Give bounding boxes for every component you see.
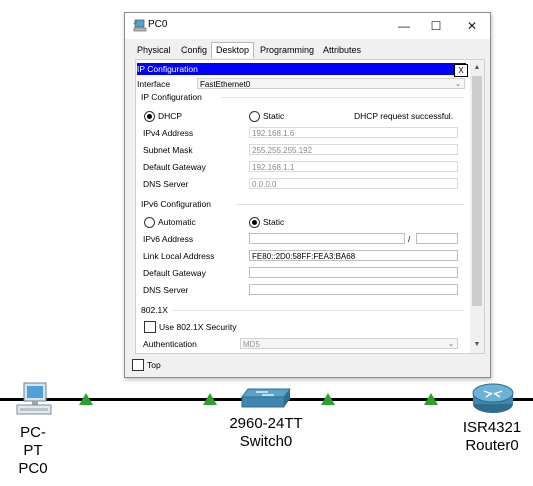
link-status-up-icon <box>79 393 93 405</box>
ip-config-close-button[interactable]: X <box>454 64 468 77</box>
router-device[interactable] <box>470 382 516 416</box>
scroll-up-icon[interactable]: ▲ <box>472 62 482 74</box>
default-gateway-label: Default Gateway <box>143 162 206 172</box>
section-divider <box>221 97 464 98</box>
router-icon <box>472 383 514 413</box>
ipv6-address-field[interactable] <box>249 233 405 244</box>
authentication-label: Authentication <box>143 339 197 349</box>
device-label-router: ISR4321 Router0 <box>456 419 528 455</box>
maximize-button[interactable]: ☐ <box>421 16 451 36</box>
device-name: Switch0 <box>239 433 293 450</box>
device-model: ISR4321 <box>462 419 522 436</box>
device-name: Router0 <box>465 437 519 454</box>
ipv6-static-label: Static <box>263 217 285 227</box>
dns-server-label: DNS Server <box>143 179 189 189</box>
default-gateway-field[interactable]: 192.168.1.1 <box>249 161 458 172</box>
ipv6-gateway-field[interactable] <box>249 267 458 278</box>
ipv6-dns-field[interactable] <box>249 284 458 295</box>
desktop-panel: IP Configuration X Interface FastEtherne… <box>135 59 485 354</box>
ip-configuration-header: IP Configuration <box>137 63 466 75</box>
use-8021x-label: Use 802.1X Security <box>159 322 237 332</box>
link-local-field[interactable]: FE80::2D0:58FF:FEA3:BA68 <box>249 250 458 261</box>
window-titlebar[interactable]: PC0 — ☐ ✕ <box>125 13 490 39</box>
subnet-mask-field[interactable]: 255.255.255.192 <box>249 144 458 155</box>
close-button[interactable]: ✕ <box>457 16 487 36</box>
use-8021x-checkbox[interactable] <box>144 321 156 333</box>
link-status-up-icon <box>321 393 335 405</box>
vertical-scrollbar[interactable]: ▲ ▼ <box>470 60 484 353</box>
ipv6-dns-label: DNS Server <box>143 285 189 295</box>
dot1x-section-title: 802.1X <box>141 305 168 315</box>
top-checkbox-label: Top <box>147 360 161 370</box>
ipv6-section-title: IPv6 Configuration <box>141 199 211 209</box>
interface-label: Interface <box>137 79 171 89</box>
dns-server-field[interactable]: 0.0.0.0 <box>249 178 458 189</box>
chevron-down-icon: ⌄ <box>448 341 454 348</box>
ipv6-static-radio[interactable] <box>249 217 260 228</box>
tab-physical[interactable]: Physical <box>133 43 175 57</box>
ipv6-address-label: IPv6 Address <box>143 234 194 244</box>
ipv6-automatic-radio[interactable] <box>144 217 155 228</box>
chevron-down-icon: ⌄ <box>455 81 461 88</box>
pc-icon <box>16 382 52 415</box>
device-model: 2960-24TT <box>229 415 303 432</box>
ip-configuration-title: IP Configuration <box>137 64 198 74</box>
tab-desktop[interactable]: Desktop <box>211 42 255 58</box>
authentication-select[interactable]: MD5 ⌄ <box>240 338 458 349</box>
link-local-label: Link Local Address <box>143 251 215 261</box>
authentication-value: MD5 <box>243 340 260 349</box>
section-divider <box>172 310 464 311</box>
tab-attributes[interactable]: Attributes <box>319 43 365 57</box>
minimize-button[interactable]: — <box>389 16 419 36</box>
section-divider <box>236 204 464 205</box>
device-label-switch: 2960-24TT Switch0 <box>224 415 308 451</box>
ipv6-prefix-field[interactable] <box>416 233 458 244</box>
link-status-up-icon <box>424 393 438 405</box>
link-status-up-icon <box>203 393 217 405</box>
ipv6-gateway-label: Default Gateway <box>143 268 206 278</box>
device-model: PC-PT <box>20 424 46 459</box>
ipv6-automatic-label: Automatic <box>158 217 196 227</box>
interface-value: FastEthernet0 <box>200 80 251 89</box>
prefix-separator: / <box>408 234 411 244</box>
switch-device[interactable] <box>238 386 294 410</box>
pc-device[interactable] <box>14 382 54 418</box>
ipv4-address-label: IPv4 Address <box>143 128 194 138</box>
static-radio[interactable] <box>249 111 260 122</box>
dhcp-radio[interactable] <box>144 111 155 122</box>
dhcp-status-text: DHCP request successful. <box>354 111 454 121</box>
window-title: PC0 <box>148 19 168 30</box>
scrollbar-thumb[interactable] <box>472 76 482 306</box>
pc0-window: PC0 — ☐ ✕ Physical Config Desktop Progra… <box>124 12 491 378</box>
dhcp-label: DHCP <box>158 111 183 121</box>
ipv4-address-field[interactable]: 192.168.1.6 <box>249 127 458 138</box>
tab-config[interactable]: Config <box>177 43 211 57</box>
tab-programming[interactable]: Programming <box>256 43 318 57</box>
device-name: PC0 <box>18 460 48 477</box>
ipv4-section-title: IP Configuration <box>141 92 202 102</box>
scroll-down-icon[interactable]: ▼ <box>472 339 482 351</box>
top-checkbox[interactable] <box>132 359 144 371</box>
subnet-mask-label: Subnet Mask <box>143 145 193 155</box>
pc-app-icon <box>133 19 147 32</box>
static-label: Static <box>263 111 285 121</box>
switch-icon <box>241 388 291 408</box>
device-label-pc: PC-PT PC0 <box>11 424 55 478</box>
interface-select[interactable]: FastEthernet0 ⌄ <box>197 78 465 89</box>
